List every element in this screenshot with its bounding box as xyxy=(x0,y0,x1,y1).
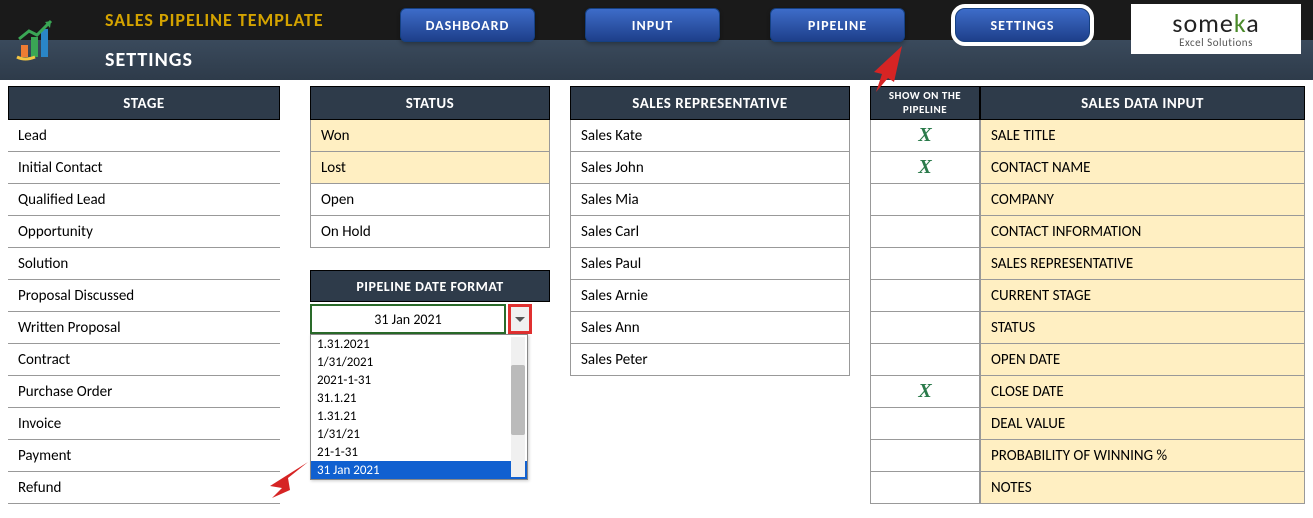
input-cell[interactable]: SALE TITLE xyxy=(980,120,1305,152)
sub-bar: SETTINGS xyxy=(0,40,1313,80)
settings-columns: STAGE LeadInitial ContactQualified LeadO… xyxy=(0,80,1313,504)
input-cell[interactable]: PROBABILITY OF WINNING % xyxy=(980,440,1305,472)
input-cell[interactable]: NOTES xyxy=(980,472,1305,504)
rep-header: SALES REPRESENTATIVE xyxy=(570,86,850,120)
date-format-option[interactable]: 1.31.21 xyxy=(311,407,527,425)
show-cell[interactable]: X xyxy=(870,152,980,184)
date-format-dropdown[interactable]: 1.31.20211/31/20212021-1-3131.1.211.31.2… xyxy=(310,334,528,480)
rep-cell[interactable]: Sales Paul xyxy=(570,248,850,280)
show-cell[interactable] xyxy=(870,248,980,280)
brand-name-k: k xyxy=(1234,7,1246,39)
show-cell[interactable] xyxy=(870,440,980,472)
stage-cell[interactable]: Qualified Lead xyxy=(8,184,280,216)
date-format-option[interactable]: 31 Jan 2021 xyxy=(311,461,527,479)
show-cell[interactable]: X xyxy=(870,120,980,152)
input-cell[interactable]: STATUS xyxy=(980,312,1305,344)
nav-input-button[interactable]: INPUT xyxy=(585,8,720,42)
date-format-selected[interactable]: 31 Jan 2021 xyxy=(310,304,506,334)
check-x-icon: X xyxy=(918,124,931,147)
brand-name-post: a xyxy=(1246,7,1259,39)
input-cell[interactable]: DEAL VALUE xyxy=(980,408,1305,440)
stage-cell[interactable]: Initial Contact xyxy=(8,152,280,184)
show-cell[interactable] xyxy=(870,344,980,376)
rep-cell[interactable]: Sales Peter xyxy=(570,344,850,376)
status-cell[interactable]: Lost xyxy=(310,152,550,184)
show-cell[interactable] xyxy=(870,472,980,504)
rep-cell[interactable]: Sales Mia xyxy=(570,184,850,216)
status-header: STATUS xyxy=(310,86,550,120)
stage-cell[interactable]: Solution xyxy=(8,248,280,280)
stage-cell[interactable]: Refund xyxy=(8,472,280,504)
show-cell[interactable]: X xyxy=(870,376,980,408)
input-cell[interactable]: CONTACT NAME xyxy=(980,152,1305,184)
stage-cell[interactable]: Invoice xyxy=(8,408,280,440)
input-cell[interactable]: COMPANY xyxy=(980,184,1305,216)
stage-cell[interactable]: Written Proposal xyxy=(8,312,280,344)
show-cell[interactable] xyxy=(870,312,980,344)
input-cell[interactable]: CONTACT INFORMATION xyxy=(980,216,1305,248)
date-format-select[interactable]: 31 Jan 2021 1.31.20211/31/20212021-1-313… xyxy=(310,304,532,334)
show-cell[interactable] xyxy=(870,408,980,440)
show-column: SHOW ON THE PIPELINE XXX xyxy=(870,86,980,504)
stage-cell[interactable]: Opportunity xyxy=(8,216,280,248)
date-format-header: PIPELINE DATE FORMAT xyxy=(310,270,550,302)
brand-logo: someka Excel Solutions xyxy=(1131,4,1301,54)
dropdown-toggle-button[interactable] xyxy=(508,304,532,334)
rep-cell[interactable]: Sales Carl xyxy=(570,216,850,248)
input-cell[interactable]: SALES REPRESENTATIVE xyxy=(980,248,1305,280)
brand-name: someka xyxy=(1172,10,1259,36)
date-format-option[interactable]: 1/31/21 xyxy=(311,425,527,443)
input-column: SALES DATA INPUT SALE TITLECONTACT NAMEC… xyxy=(980,86,1305,504)
input-cell[interactable]: CURRENT STAGE xyxy=(980,280,1305,312)
nav-settings-button[interactable]: SETTINGS xyxy=(955,8,1090,42)
show-cell[interactable] xyxy=(870,280,980,312)
input-cell[interactable]: OPEN DATE xyxy=(980,344,1305,376)
page-subtitle: SETTINGS xyxy=(105,48,193,72)
stage-cell[interactable]: Contract xyxy=(8,344,280,376)
rep-cell[interactable]: Sales Kate xyxy=(570,120,850,152)
dropdown-scrollbar-thumb[interactable] xyxy=(511,365,525,435)
date-format-option[interactable]: 31.1.21 xyxy=(311,389,527,407)
rep-column: SALES REPRESENTATIVE Sales KateSales Joh… xyxy=(570,86,850,504)
status-cell[interactable]: On Hold xyxy=(310,216,550,248)
stage-cell[interactable]: Proposal Discussed xyxy=(8,280,280,312)
check-x-icon: X xyxy=(918,380,931,403)
rep-cell[interactable]: Sales John xyxy=(570,152,850,184)
brand-name-pre: some xyxy=(1172,7,1234,39)
date-format-option[interactable]: 1.31.2021 xyxy=(311,335,527,353)
date-format-option[interactable]: 1/31/2021 xyxy=(311,353,527,371)
rep-cell[interactable]: Sales Arnie xyxy=(570,280,850,312)
logo-chart-icon xyxy=(8,5,68,75)
input-header: SALES DATA INPUT xyxy=(980,86,1305,120)
date-format-option[interactable]: 2021-1-31 xyxy=(311,371,527,389)
check-x-icon: X xyxy=(918,156,931,179)
rep-cell[interactable]: Sales Ann xyxy=(570,312,850,344)
stage-cell[interactable]: Purchase Order xyxy=(8,376,280,408)
date-format-section: PIPELINE DATE FORMAT 31 Jan 2021 1.31.20… xyxy=(310,270,550,334)
status-cell[interactable]: Open xyxy=(310,184,550,216)
stage-cell[interactable]: Payment xyxy=(8,440,280,472)
input-cell[interactable]: CLOSE DATE xyxy=(980,376,1305,408)
status-cell[interactable]: Won xyxy=(310,120,550,152)
top-bar: SALES PIPELINE TEMPLATE DASHBOARD INPUT … xyxy=(0,0,1313,40)
stage-column: STAGE LeadInitial ContactQualified LeadO… xyxy=(8,86,280,504)
brand-tagline: Excel Solutions xyxy=(1179,36,1253,49)
app-title: SALES PIPELINE TEMPLATE xyxy=(105,9,324,31)
nav-buttons: DASHBOARD INPUT PIPELINE SETTINGS xyxy=(400,8,1090,42)
show-cell[interactable] xyxy=(870,184,980,216)
status-column: STATUS WonLostOpenOn Hold PIPELINE DATE … xyxy=(310,86,550,504)
nav-pipeline-button[interactable]: PIPELINE xyxy=(770,8,905,42)
nav-dashboard-button[interactable]: DASHBOARD xyxy=(400,8,535,42)
show-cell[interactable] xyxy=(870,216,980,248)
date-format-option[interactable]: 21-1-31 xyxy=(311,443,527,461)
stage-cell[interactable]: Lead xyxy=(8,120,280,152)
stage-header: STAGE xyxy=(8,86,280,120)
show-header: SHOW ON THE PIPELINE xyxy=(870,86,980,120)
